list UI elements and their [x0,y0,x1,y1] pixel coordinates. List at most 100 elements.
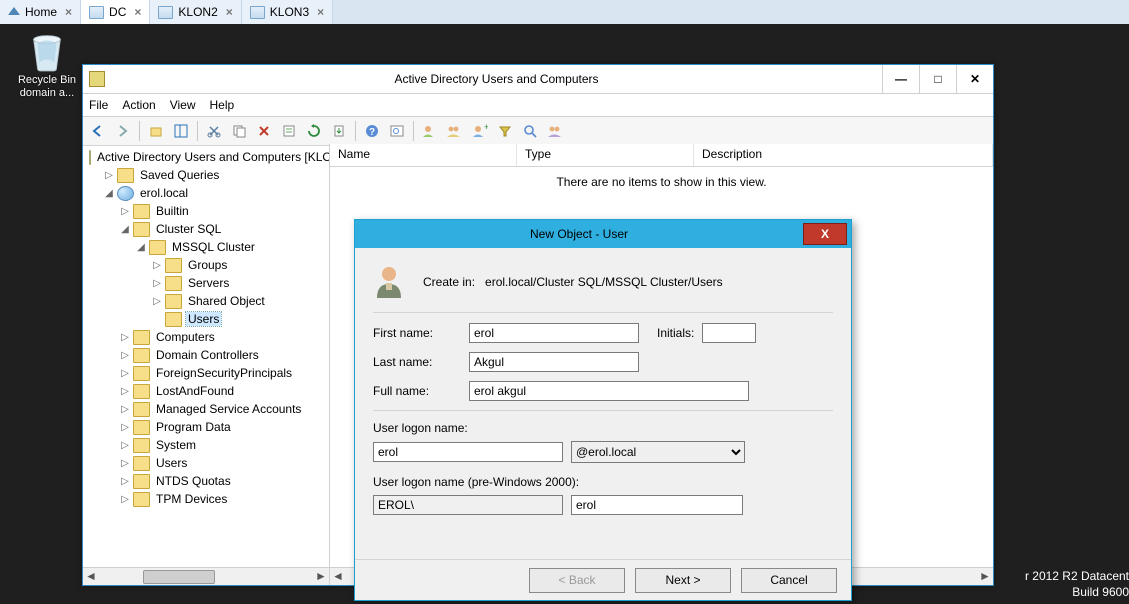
tree-cluster-sql[interactable]: ◢Cluster SQL [115,220,329,238]
netbios-user-input[interactable] [571,495,743,515]
expand-icon[interactable]: ▷ [151,296,163,307]
menu-action[interactable]: Action [122,98,155,112]
maximize-button[interactable]: □ [919,65,956,93]
scroll-right-icon[interactable]: ► [313,568,329,584]
close-icon[interactable]: × [65,5,72,19]
show-hide-button[interactable] [170,120,192,142]
expand-icon[interactable]: ▷ [151,260,163,271]
expand-icon[interactable]: ▷ [103,170,115,181]
export-button[interactable] [328,120,350,142]
upn-suffix-select[interactable]: @erol.local [571,441,745,463]
add-to-group-button[interactable] [544,120,566,142]
tree-lost-and-found[interactable]: ▷LostAndFound [115,382,329,400]
minimize-button[interactable]: — [882,65,919,93]
tree-builtin[interactable]: ▷Builtin [115,202,329,220]
column-headers[interactable]: Name Type Description [330,144,993,167]
col-description[interactable]: Description [694,144,993,166]
tab-home[interactable]: Home× [0,0,81,24]
close-icon[interactable]: × [317,5,324,19]
close-button[interactable]: ✕ [956,65,993,93]
expand-icon[interactable]: ▷ [119,458,131,469]
expand-icon[interactable]: ▷ [119,386,131,397]
collapse-icon[interactable]: ◢ [103,188,115,199]
expand-icon[interactable]: ▷ [119,368,131,379]
tree-ntds-quotas[interactable]: ▷NTDS Quotas [115,472,329,490]
tree-computers[interactable]: ▷Computers [115,328,329,346]
expand-icon[interactable]: ▷ [119,422,131,433]
ou-icon [133,348,150,363]
folder-icon [133,384,150,399]
full-name-input[interactable] [469,381,749,401]
new-group-button[interactable] [444,120,466,142]
tree-users-ou[interactable]: Users [147,310,329,328]
filter-button[interactable] [494,120,516,142]
close-icon[interactable]: × [226,5,233,19]
first-name-input[interactable] [469,323,639,343]
tree-domain-controllers[interactable]: ▷Domain Controllers [115,346,329,364]
collapse-icon[interactable]: ◢ [135,242,147,253]
scroll-thumb[interactable] [143,570,215,584]
copy-button[interactable] [228,120,250,142]
tab-klon3[interactable]: KLON3× [242,0,333,24]
tree-domain[interactable]: ◢erol.local [99,184,329,202]
aduc-titlebar[interactable]: Active Directory Users and Computers — □… [83,65,993,94]
menu-help[interactable]: Help [210,98,235,112]
expand-icon[interactable]: ▷ [119,350,131,361]
expand-icon[interactable]: ▷ [119,332,131,343]
scroll-left-icon[interactable]: ◄ [330,568,346,584]
find-objects-button[interactable] [519,120,541,142]
tab-klon2[interactable]: KLON2× [150,0,241,24]
up-button[interactable] [145,120,167,142]
scroll-right-icon[interactable]: ► [977,568,993,584]
tree-tpm-devices[interactable]: ▷TPM Devices [115,490,329,508]
tree-groups[interactable]: ▷Groups [147,256,329,274]
tab-dc[interactable]: DC× [81,0,150,24]
refresh-button[interactable] [303,120,325,142]
host-icon [89,6,104,19]
new-ou-button[interactable]: + [469,120,491,142]
folder-icon [133,402,150,417]
col-name[interactable]: Name [330,144,517,166]
logon-name-input[interactable] [373,442,563,462]
tree-users[interactable]: ▷Users [115,454,329,472]
expand-icon[interactable]: ▷ [119,494,131,505]
scroll-left-icon[interactable]: ◄ [83,568,99,584]
properties-button[interactable] [278,120,300,142]
find-button[interactable] [386,120,408,142]
tree-program-data[interactable]: ▷Program Data [115,418,329,436]
expand-icon[interactable]: ▷ [151,278,163,289]
tree-root[interactable]: Active Directory Users and Computers [KL… [83,148,329,166]
close-icon[interactable]: × [134,5,141,19]
dialog-close-button[interactable]: X [803,223,847,245]
tree-mssql-cluster[interactable]: ◢MSSQL Cluster [131,238,329,256]
tree-servers[interactable]: ▷Servers [147,274,329,292]
last-name-input[interactable] [469,352,639,372]
back-button[interactable]: < Back [529,568,625,593]
help-button[interactable]: ? [361,120,383,142]
menu-view[interactable]: View [170,98,196,112]
delete-button[interactable] [253,120,275,142]
dialog-titlebar[interactable]: New Object - User X [355,220,851,248]
next-button[interactable]: Next > [635,568,731,593]
expand-icon[interactable]: ▷ [119,404,131,415]
expand-icon[interactable]: ▷ [119,206,131,217]
tree-foreign-security-principals[interactable]: ▷ForeignSecurityPrincipals [115,364,329,382]
back-button[interactable] [87,120,109,142]
tree[interactable]: Active Directory Users and Computers [KL… [83,148,329,508]
tree-hscroll[interactable]: ◄► [83,567,329,585]
cut-button[interactable] [203,120,225,142]
tree-system[interactable]: ▷System [115,436,329,454]
tree-shared-object[interactable]: ▷Shared Object [147,292,329,310]
tree-managed-service-accounts[interactable]: ▷Managed Service Accounts [115,400,329,418]
expand-icon[interactable]: ▷ [119,476,131,487]
collapse-icon[interactable]: ◢ [119,224,131,235]
new-user-button[interactable] [419,120,441,142]
menu-file[interactable]: File [89,98,108,112]
cancel-button[interactable]: Cancel [741,568,837,593]
forward-button[interactable] [112,120,134,142]
expand-icon[interactable]: ▷ [119,440,131,451]
tree-saved-queries[interactable]: ▷Saved Queries [99,166,329,184]
recycle-bin-icon[interactable]: Recycle Bin domain a... [10,30,84,100]
col-type[interactable]: Type [517,144,694,166]
initials-input[interactable] [702,323,756,343]
